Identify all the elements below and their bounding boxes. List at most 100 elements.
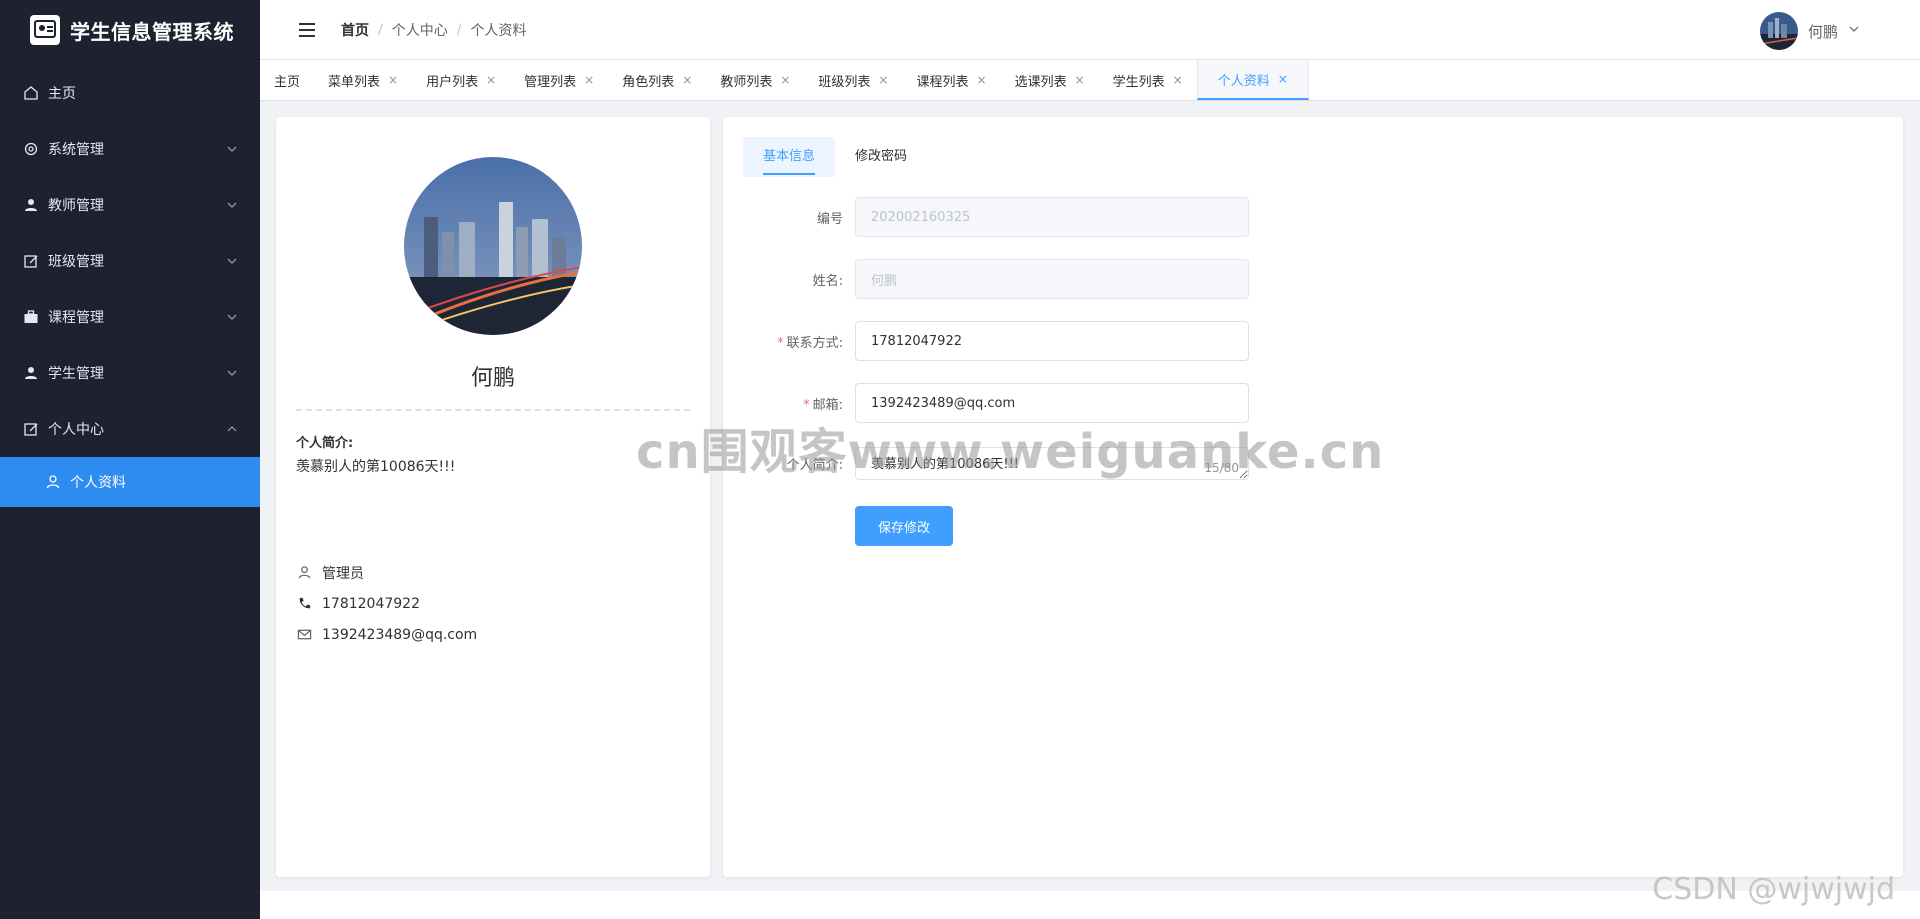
breadcrumb-home[interactable]: 首页 [341,20,369,40]
info-email: 1392423489@qq.com [296,619,477,650]
close-icon[interactable]: × [1075,73,1085,87]
sidebar-item-system[interactable]: 系统管理 [0,121,260,177]
close-icon[interactable]: × [977,73,987,87]
menu-toggle-icon[interactable] [299,22,315,37]
tab-label: 选课列表 [1014,74,1067,90]
chevron-down-icon [226,143,238,155]
chevron-up-icon [226,423,238,435]
intro-label: 个人简介: [296,436,354,451]
tab-profile[interactable]: 个人资料 × [1196,60,1309,100]
chevron-down-icon [226,367,238,379]
tab-class-list[interactable]: 班级列表 × [804,60,902,100]
id-label: 编号 [816,211,843,227]
breadcrumb-separator: / [378,21,383,38]
sidebar: 学生信息管理系统 主页 系统管理 教师管理 班级管理 课程管理 学生管理 个人中… [0,0,260,919]
name-field [855,259,1249,299]
sidebar-item-student[interactable]: 学生管理 [0,345,260,401]
tab-home[interactable]: 主页 [260,60,314,100]
tab-enroll-list[interactable]: 选课列表 × [1001,60,1099,100]
role-text: 管理员 [322,565,364,582]
tab-teacher-list[interactable]: 教师列表 × [706,60,804,100]
avatar [1759,12,1798,50]
close-icon[interactable]: × [1173,73,1183,87]
tab-menu-list[interactable]: 菜单列表 × [314,60,412,100]
name-label: 姓名: [812,273,843,289]
side-menu: 主页 系统管理 教师管理 班级管理 课程管理 学生管理 个人中心 个人资料 [0,65,260,507]
tab-user-list[interactable]: 用户列表 × [412,60,510,100]
close-icon[interactable]: × [780,73,790,87]
brand[interactable]: 学生信息管理系统 [0,0,260,60]
chevron-down-icon [226,255,238,267]
close-icon[interactable]: × [486,73,496,87]
field-row-phone: * 联系方式: [723,321,1263,361]
sidebar-item-label: 个人中心 [48,422,104,438]
top-header: 首页 / 个人中心 / 个人资料 何鹏 [260,0,1920,60]
sidebar-item-class[interactable]: 班级管理 [0,233,260,289]
profile-name: 何鹏 [470,366,515,391]
phone-input[interactable] [855,321,1249,361]
intro-text: 羡慕别人的第10086天!!! [296,459,456,475]
field-row-id: 编号 [723,197,1263,237]
info-role: 管理员 [296,557,477,588]
phone-label: * 联系方式: [777,335,843,351]
field-row-name: 姓名: [723,259,1263,299]
edit-card: 基本信息 修改密码 编号 姓名: *联系方式: *邮箱: 个人简介: [723,117,1903,877]
sidebar-item-label: 教师管理 [48,198,104,214]
main-content: 何鹏 个人简介: 羡慕别人的第10086天!!! 管理员 17812047922… [260,101,1920,919]
tab-label: 用户列表 [426,74,479,90]
app-title: 学生信息管理系统 [70,19,234,44]
breadcrumb: 首页 / 个人中心 / 个人资料 [341,20,526,40]
profile-card: 何鹏 个人简介: 羡慕别人的第10086天!!! 管理员 17812047922… [276,117,710,877]
chevron-down-icon [1848,23,1860,39]
edit-icon [22,420,40,438]
close-icon[interactable]: × [1278,72,1288,86]
sidebar-item-label: 课程管理 [48,310,104,326]
tab-label: 主页 [274,74,301,90]
user-dropdown[interactable]: 何鹏 [1759,12,1860,50]
tabs-bar: 主页 菜单列表 × 用户列表 × 管理列表 × 角色列表 × 教师列表 × 班级列表 × 课… [260,60,1920,101]
sidebar-item-course[interactable]: 课程管理 [0,289,260,345]
user-name: 何鹏 [1807,22,1838,41]
breadcrumb-personal: 个人中心 [391,22,448,39]
mail-icon [296,627,312,643]
close-icon[interactable]: × [584,73,594,87]
sidebar-item-home[interactable]: 主页 [0,65,260,121]
sidebar-item-teacher[interactable]: 教师管理 [0,177,260,233]
csdn-watermark: CSDN @wjwjwjd [1652,872,1895,907]
tab-label: 教师列表 [720,74,773,90]
user-icon [22,196,40,214]
tab-student-list[interactable]: 学生列表 × [1099,60,1197,100]
info-phone: 17812047922 [296,588,477,619]
user-icon [22,364,40,382]
edit-icon [22,252,40,270]
divider [296,409,690,411]
profile-avatar[interactable] [404,157,582,335]
close-icon[interactable]: × [682,73,692,87]
tab-course-list[interactable]: 课程列表 × [902,60,1000,100]
briefcase-icon [22,308,40,326]
phone-text: 17812047922 [322,595,420,612]
tab-label: 课程列表 [916,74,969,90]
tab-basic-info[interactable]: 基本信息 [743,137,836,177]
breadcrumb-profile: 个人资料 [470,22,527,39]
id-field [855,197,1249,237]
tab-label: 菜单列表 [328,74,381,90]
email-label: * 邮箱: [803,397,843,413]
sidebar-subitem-label: 个人资料 [70,475,126,491]
tab-admin-list[interactable]: 管理列表 × [510,60,608,100]
tab-label: 个人资料 [1217,73,1270,89]
tab-change-password[interactable]: 修改密码 [835,137,927,177]
home-icon [22,84,40,102]
save-button[interactable]: 保存修改 [855,506,953,546]
tab-label: 班级列表 [818,74,871,90]
logo-icon [30,15,60,45]
sidebar-subitem-profile[interactable]: 个人资料 [0,457,260,507]
close-icon[interactable]: × [388,73,398,87]
close-icon[interactable]: × [878,73,888,87]
phone-icon [296,596,312,612]
user-icon [44,473,62,491]
tab-role-list[interactable]: 角色列表 × [608,60,706,100]
chevron-down-icon [226,311,238,323]
sidebar-item-personal[interactable]: 个人中心 [0,401,260,457]
sidebar-item-label: 学生管理 [48,366,104,382]
